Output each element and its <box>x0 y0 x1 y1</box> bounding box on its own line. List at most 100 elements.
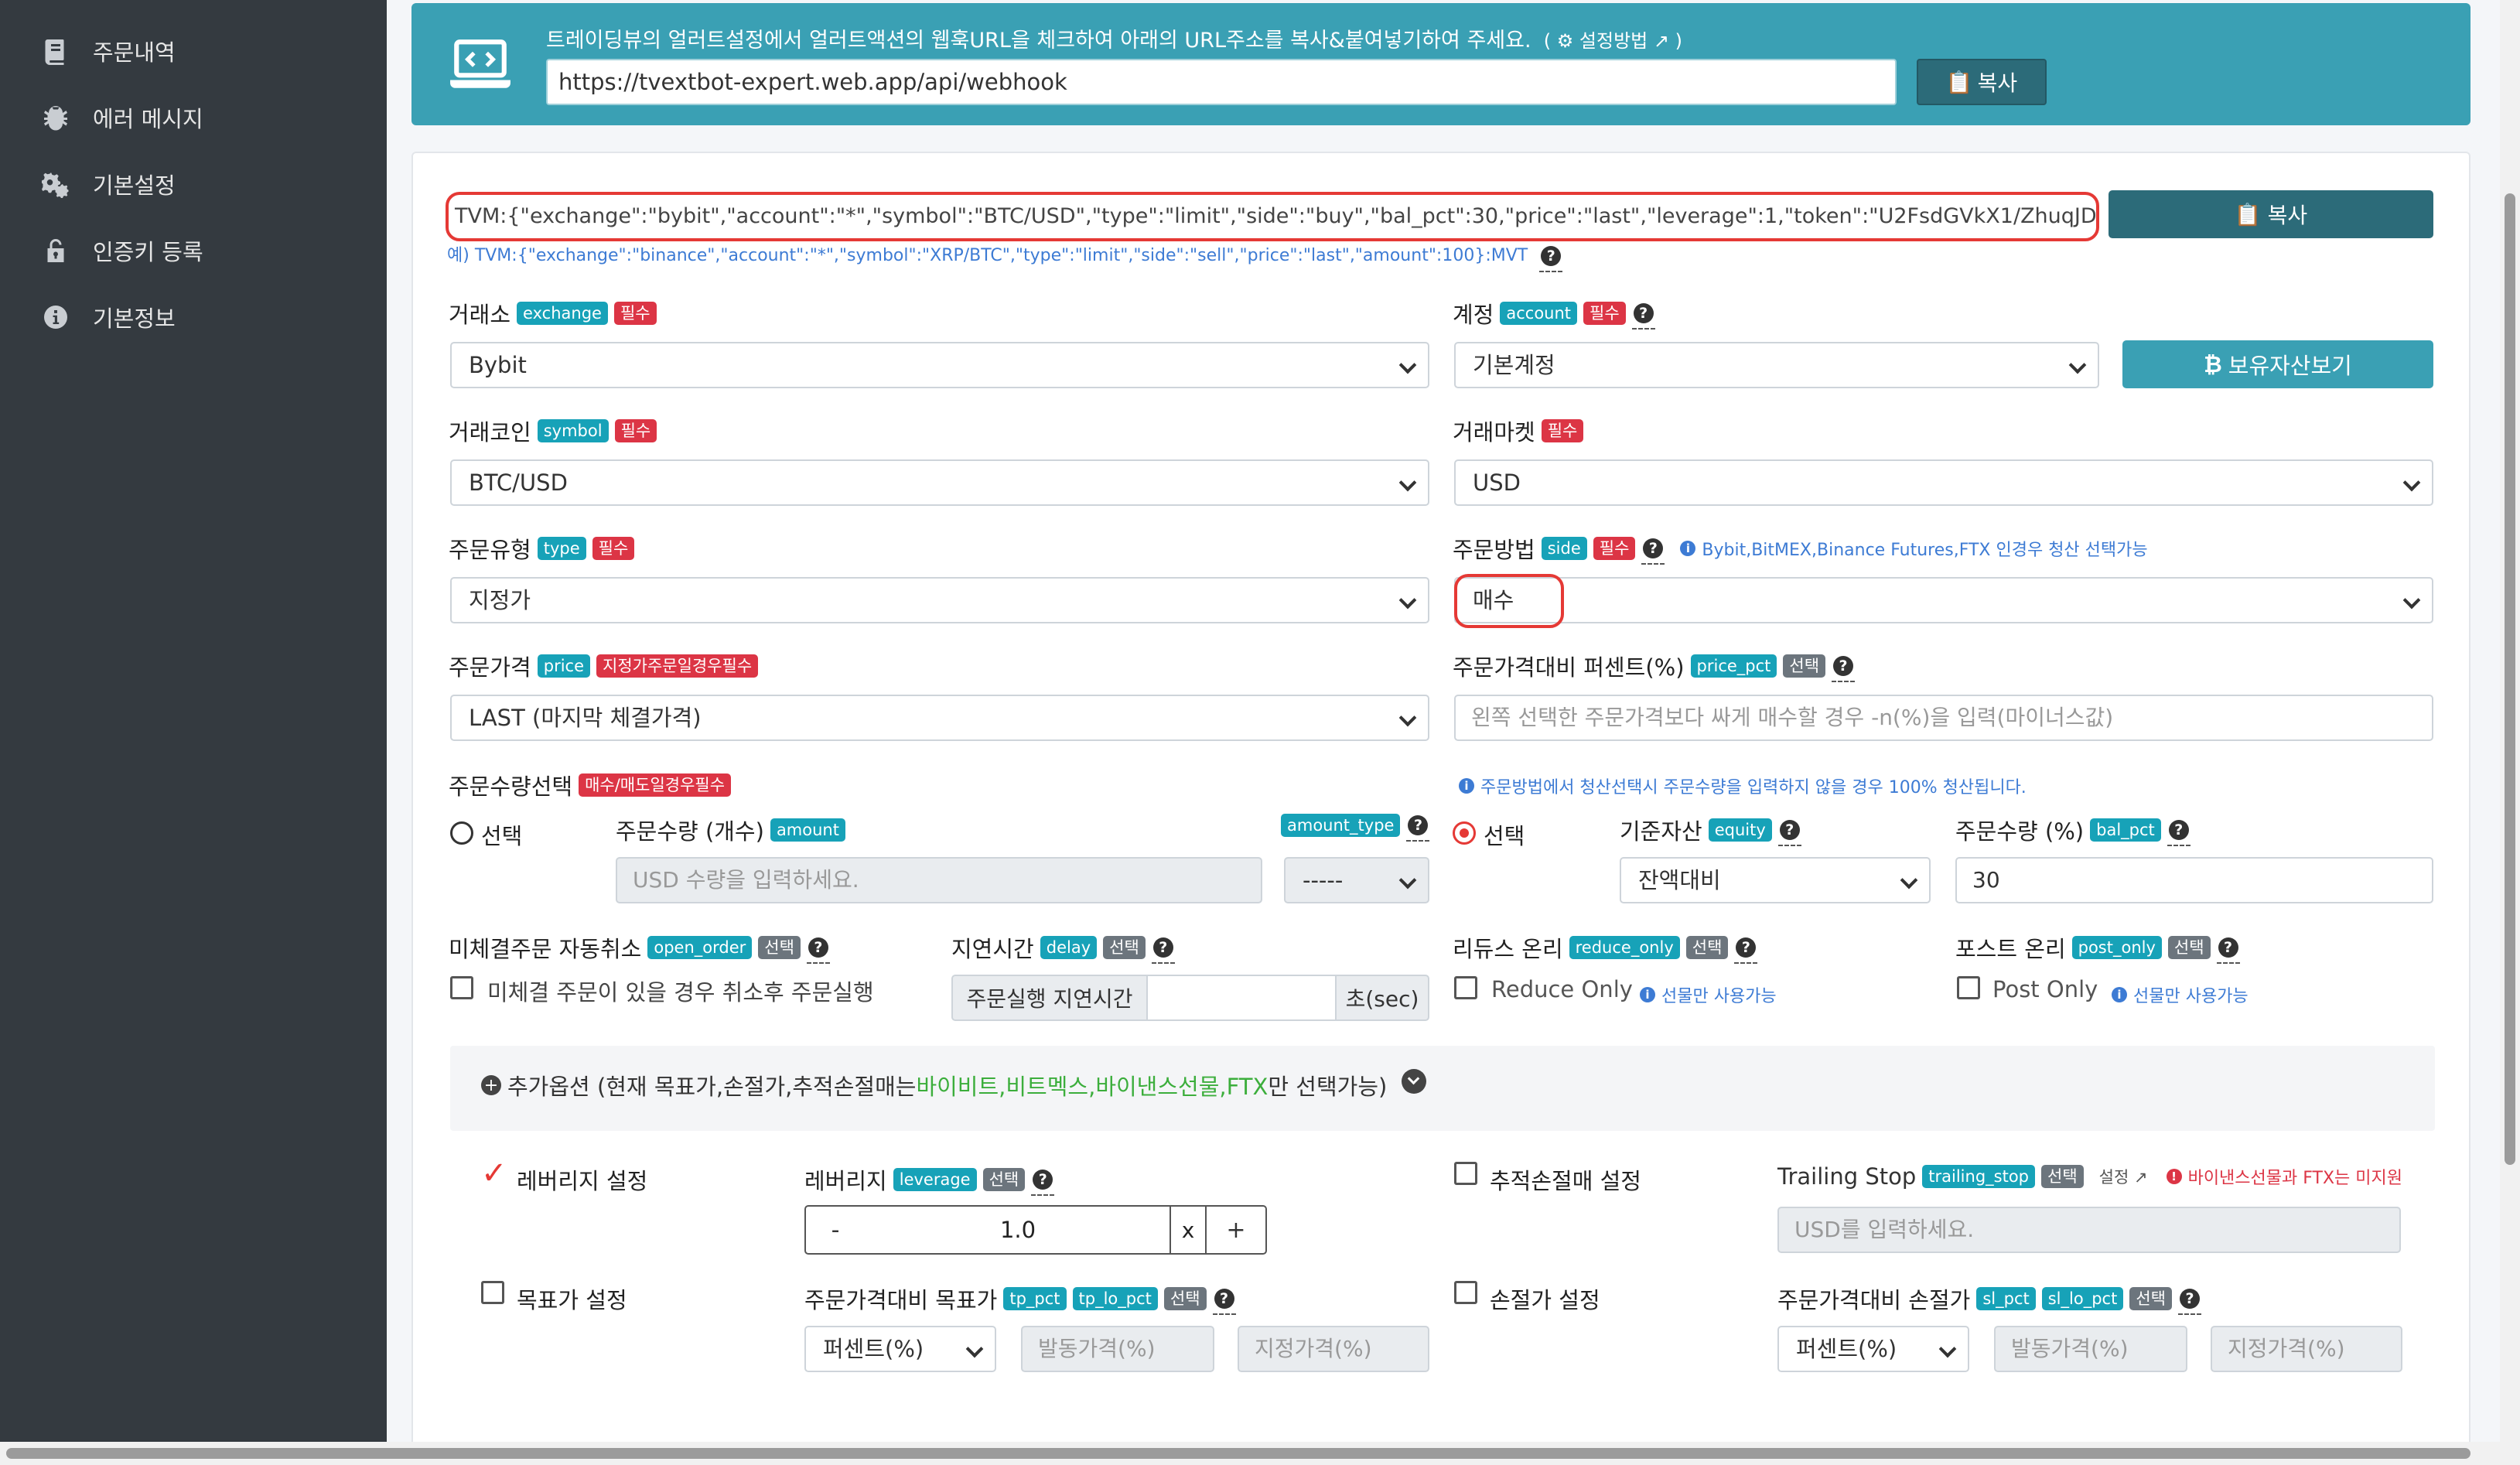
amount-input[interactable]: USD 수량을 입력하세요. <box>616 857 1262 903</box>
webhook-panel: 트레이딩뷰의 얼러트설정에서 얼러트액션의 웹훅URL을 체크하여 아래의 UR… <box>411 3 2470 125</box>
exchange-select[interactable]: Bybit <box>450 342 1429 388</box>
alert-icon: ! <box>2166 1169 2182 1184</box>
open-order-checkbox[interactable] <box>450 976 473 999</box>
leverage-plus-button[interactable]: + <box>1205 1205 1267 1255</box>
bal-pct-radio[interactable] <box>1453 821 1476 845</box>
info-icon: i <box>1640 987 1655 1002</box>
stop-loss-checkbox[interactable] <box>1454 1281 1477 1304</box>
amount-type-select[interactable]: ----- <box>1284 857 1429 903</box>
vertical-scrollbar[interactable] <box>2505 193 2515 1165</box>
reduce-only-note: i 선물만 사용가능 <box>1640 982 1777 1007</box>
clipboard-icon: 📋 <box>1945 69 1973 95</box>
delay-prefix: 주문실행 지연시간 <box>951 975 1148 1021</box>
command-string-field[interactable]: TVM:{"exchange":"bybit","account":"*","s… <box>446 192 2099 241</box>
sidebar-item-orders[interactable]: 주문내역 <box>39 28 176 74</box>
chevron-down-icon[interactable] <box>1402 1069 1426 1094</box>
amount-radio-label: 선택 <box>481 823 523 849</box>
delay-label: 지연시간 delay 선택 ? <box>951 931 1175 964</box>
copy-command-button[interactable]: 📋 복사 <box>2109 190 2433 238</box>
stop-loss-trigger-input[interactable]: 발동가격(%) <box>1994 1326 2187 1372</box>
equity-select[interactable]: 잔액대비 <box>1620 857 1931 903</box>
webhook-url-field[interactable]: https://tvextbot-expert.web.app/api/webh… <box>546 59 1897 105</box>
help-icon[interactable]: ? <box>1734 937 1758 964</box>
help-icon[interactable]: ? <box>1777 820 1801 846</box>
leverage-label: 레버리지 leverage 선택 ? <box>804 1163 1055 1196</box>
trailing-input[interactable]: USD를 입력하세요. <box>1777 1207 2401 1253</box>
trailing-setting-link[interactable]: 설정 ↗ <box>2099 1165 2148 1188</box>
trailing-warning: ! 바이낸스선물과 FTX는 미지원 <box>2166 1164 2402 1189</box>
delay-input[interactable] <box>1146 975 1337 1021</box>
price-pct-label: 주문가격대비 퍼센트(%) price_pct 선택 ? <box>1453 650 1856 682</box>
horizontal-scrollbar[interactable] <box>6 1448 2470 1459</box>
stop-loss-limit-input[interactable]: 지정가격(%) <box>2211 1326 2402 1372</box>
post-only-label: 포스트 온리 post_only 선택 ? <box>1955 931 2240 964</box>
clipboard-icon: 📋 <box>2234 201 2262 227</box>
take-profit-trigger-input[interactable]: 발동가격(%) <box>1021 1326 1214 1372</box>
take-profit-limit-input[interactable]: 지정가격(%) <box>1238 1326 1429 1372</box>
side-select[interactable]: 매수 <box>1454 577 2433 623</box>
reduce-only-checkbox[interactable] <box>1454 976 1477 999</box>
sidebar-item-errors[interactable]: 에러 메시지 <box>39 94 203 141</box>
equity-label: 기준자산 equity ? <box>1620 814 1801 846</box>
leverage-value-input[interactable]: 1.0 <box>865 1205 1171 1255</box>
sidebar-item-info[interactable]: 기본정보 <box>39 294 176 340</box>
check-mark-icon[interactable]: ✓ <box>481 1156 507 1191</box>
webhook-description: 트레이딩뷰의 얼러트설정에서 얼러트액션의 웹훅URL을 체크하여 아래의 UR… <box>546 29 1682 53</box>
market-label: 거래마켓 필수 <box>1453 415 1584 447</box>
trailing-checkbox[interactable] <box>1454 1162 1477 1185</box>
info-icon: i <box>1680 541 1696 556</box>
help-icon[interactable]: ? <box>1031 1170 1055 1196</box>
price-label: 주문가격 price 지정가주문일경우필수 <box>449 650 759 682</box>
side-label: 주문방법 side 필수 ? i Bybit,BitMEX,Binance Fu… <box>1453 536 2148 565</box>
type-select[interactable]: 지정가 <box>450 577 1429 623</box>
amount-section-label: 주문수량선택 매수/매도일경우필수 <box>449 769 732 801</box>
bal-pct-label: 주문수량 (%) bal_pct ? <box>1955 814 2190 846</box>
take-profit-check-label: 목표가 설정 <box>517 1287 627 1313</box>
stop-loss-label: 주문가격대비 손절가 sl_pct sl_lo_pct 선택 ? <box>1777 1282 2201 1315</box>
help-icon[interactable]: ? <box>1539 246 1563 272</box>
help-icon[interactable]: ? <box>1151 937 1175 964</box>
view-assets-button[interactable]: ₿ 보유자산보기 <box>2122 340 2433 388</box>
help-icon[interactable]: ? <box>2167 820 2190 846</box>
price-select[interactable]: LAST (마지막 체결가격) <box>450 695 1429 741</box>
amount-section-note: i 주문방법에서 청산선택시 주문수량을 입력하지 않을 경우 100% 청산됩… <box>1459 773 2027 798</box>
trailing-check-label: 추적손절매 설정 <box>1490 1168 1641 1194</box>
copy-webhook-button[interactable]: 📋 복사 <box>1917 59 2047 105</box>
post-only-checkbox-label: Post Only <box>1992 976 2098 1002</box>
help-icon[interactable]: ? <box>2216 937 2240 964</box>
post-only-note: i 선물만 사용가능 <box>2112 982 2249 1007</box>
market-select[interactable]: USD <box>1454 459 2433 506</box>
trailing-label: Trailing Stop trailing_stop 선택 설정 ↗ ! 바이… <box>1777 1163 2402 1190</box>
price-pct-input[interactable]: 왼쪽 선택한 주문가격보다 싸게 매수할 경우 -n(%)을 입력(마이너스값) <box>1454 695 2433 741</box>
sidebar-item-auth-key[interactable]: 인증키 등록 <box>39 227 203 274</box>
bal-pct-input[interactable]: 30 <box>1955 857 2433 903</box>
howto-link[interactable]: ( ⚙ 설정방법 ↗ ) <box>1538 30 1682 52</box>
help-icon[interactable]: ? <box>1832 656 1856 682</box>
gear-icon: ⚙ <box>1556 30 1574 52</box>
unlock-icon <box>39 234 73 268</box>
help-icon[interactable]: ? <box>2177 1289 2201 1315</box>
account-select[interactable]: 기본계정 <box>1454 342 2099 388</box>
account-label: 계정 account 필수 ? <box>1453 297 1655 330</box>
sidebar: 주문내역 에러 메시지 기본설정 인증키 등록 기본정보 <box>0 0 387 1465</box>
help-icon[interactable]: ? <box>806 937 830 964</box>
reduce-only-checkbox-label: Reduce Only <box>1491 976 1633 1002</box>
help-icon[interactable]: ? <box>1212 1289 1236 1315</box>
leverage-check-label: 레버리지 설정 <box>517 1168 648 1194</box>
post-only-checkbox[interactable] <box>1957 976 1980 999</box>
help-icon[interactable]: ? <box>1406 815 1430 842</box>
additional-options-toggle[interactable]: + 추가옵션 (현재 목표가,손절가,추적손절매는 바이비트,비트멕스,바이낸스… <box>450 1046 2435 1131</box>
laptop-code-icon <box>450 39 510 88</box>
take-profit-type-select[interactable]: 퍼센트(%) <box>804 1326 996 1372</box>
take-profit-checkbox[interactable] <box>481 1281 504 1304</box>
help-icon[interactable]: ? <box>1631 303 1655 330</box>
sidebar-item-settings[interactable]: 기본설정 <box>39 161 176 207</box>
leverage-minus-button[interactable]: - <box>804 1205 866 1255</box>
help-icon[interactable]: ? <box>1641 538 1665 565</box>
stop-loss-type-select[interactable]: 퍼센트(%) <box>1777 1326 1969 1372</box>
book-icon <box>39 34 73 68</box>
bitcoin-icon: ₿ <box>2204 350 2222 377</box>
side-note: i Bybit,BitMEX,Binance Futures,FTX 인경우 청… <box>1680 536 2148 561</box>
amount-radio[interactable] <box>450 821 473 845</box>
symbol-select[interactable]: BTC/USD <box>450 459 1429 506</box>
